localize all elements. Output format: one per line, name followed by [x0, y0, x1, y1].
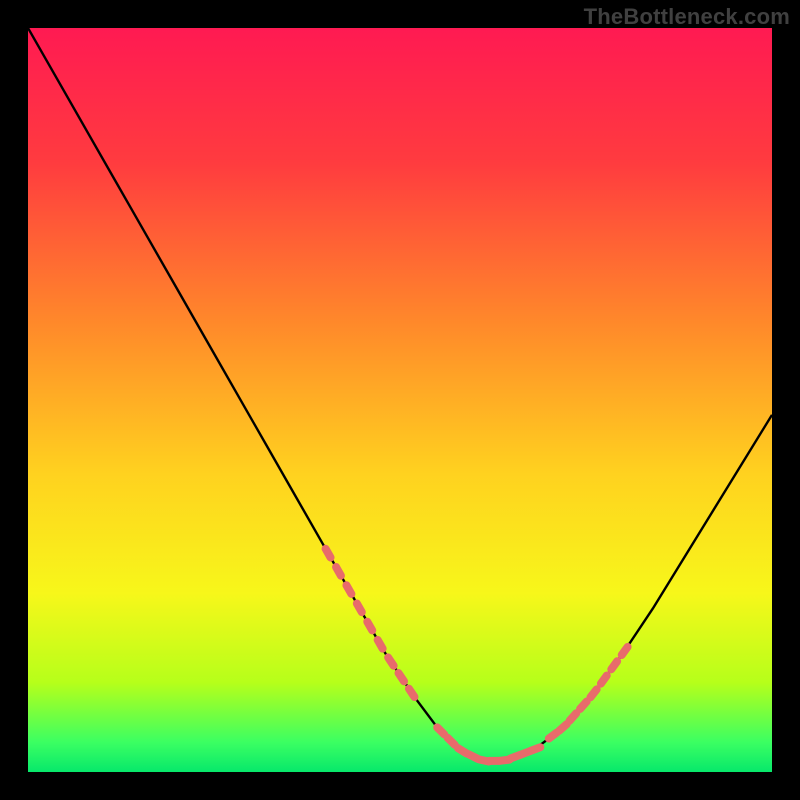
- dash-segment: [580, 701, 587, 708]
- dash-segment: [559, 724, 567, 731]
- chart-frame: TheBottleneck.com: [0, 0, 800, 800]
- dash-segment: [549, 733, 557, 739]
- gradient-background: [28, 28, 772, 772]
- watermark-text: TheBottleneck.com: [584, 4, 790, 30]
- dash-segment: [570, 713, 577, 720]
- dash-segment: [448, 738, 455, 745]
- dash-segment: [336, 567, 341, 576]
- dash-segment: [622, 647, 628, 655]
- dash-segment: [399, 673, 405, 681]
- dash-segment: [409, 689, 415, 697]
- dash-segment: [611, 661, 617, 669]
- dash-segment: [601, 676, 607, 684]
- dash-segment: [357, 603, 362, 612]
- dash-segment: [346, 585, 351, 594]
- dash-segment: [378, 640, 383, 649]
- plot-area: [28, 28, 772, 772]
- bottleneck-chart: [28, 28, 772, 772]
- dash-segment: [590, 689, 596, 697]
- dash-segment: [531, 747, 540, 751]
- dash-segment: [437, 727, 444, 734]
- dash-segment: [326, 549, 331, 558]
- dash-segment: [367, 622, 372, 631]
- dash-segment: [388, 657, 394, 665]
